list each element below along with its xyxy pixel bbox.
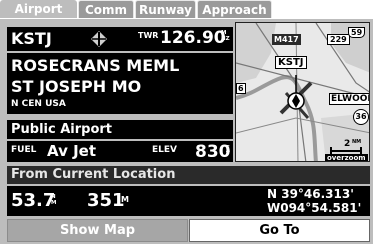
elevation-label: ELEV xyxy=(152,145,177,155)
airport-region: N CEN USA xyxy=(11,99,66,109)
from-location-label: From Current Location xyxy=(11,167,176,182)
highway-shield-59: 59 xyxy=(348,27,366,38)
fuel-elevation-box: FUEL Av Jet ELEV 830 FT xyxy=(7,141,233,162)
route-shield-left: 6 xyxy=(236,83,246,94)
route-shield-36: 36 xyxy=(353,109,369,125)
tab-airport[interactable]: Airport xyxy=(0,0,77,18)
fuel-label: FUEL xyxy=(11,145,37,155)
airport-info-screen: Airport Comm Runway Approach KSTJ TWR 12… xyxy=(0,0,373,244)
airport-name-box: ROSECRANS MEML ST JOSEPH MO N CEN USA xyxy=(7,53,233,114)
map-airport-label: KSTJ xyxy=(275,56,307,69)
longitude: W094°54.581' xyxy=(267,201,362,215)
overzoom-indicator: overzoom xyxy=(325,154,368,162)
airport-name: ROSECRANS MEML xyxy=(11,56,180,75)
airport-symbol-icon xyxy=(90,30,108,48)
latitude: N 39°46.313' xyxy=(267,187,354,201)
highway-shield-m417: M417 xyxy=(272,34,301,45)
tab-bar: Airport Comm Runway Approach xyxy=(0,0,373,19)
airport-city: ST JOSEPH MO xyxy=(11,77,142,96)
frequency-value: 126.90 xyxy=(160,28,226,48)
identifier-box[interactable]: KSTJ TWR 126.90 MHZ xyxy=(7,27,233,51)
airport-marker-icon[interactable] xyxy=(286,91,306,111)
fuel-value: Av Jet xyxy=(47,142,96,160)
location-data-box: 53.7 NM 351 M N 39°46.313' W094°54.581' xyxy=(7,186,370,216)
highway-shield-229: 229 xyxy=(327,34,350,45)
show-map-button[interactable]: Show Map xyxy=(7,219,188,242)
distance-unit: NM xyxy=(51,194,57,206)
go-to-button[interactable]: Go To xyxy=(189,219,370,242)
distance-value: 53.7 xyxy=(11,190,56,211)
airport-ident: KSTJ xyxy=(11,29,52,48)
bearing-value: 351 xyxy=(87,190,125,211)
map-scale-value: 2 xyxy=(344,139,351,149)
elevation-unit: FT xyxy=(226,145,230,157)
airport-type-bar: Public Airport xyxy=(7,120,233,139)
tab-approach[interactable]: Approach xyxy=(197,0,272,18)
map-city-label: ELWOOD xyxy=(329,93,369,105)
frequency-type: TWR xyxy=(138,31,159,40)
bearing-unit: M xyxy=(121,195,129,204)
frequency-unit: MHZ xyxy=(221,30,230,42)
tab-comm[interactable]: Comm xyxy=(78,0,134,18)
tab-runway[interactable]: Runway xyxy=(135,0,196,18)
airport-map[interactable]: M417 229 59 KSTJ 6 ELWOOD 36 2 NM overzo… xyxy=(235,22,370,162)
from-location-header: From Current Location xyxy=(7,166,370,184)
airport-type: Public Airport xyxy=(11,122,113,137)
map-scale-unit: NM xyxy=(352,139,362,145)
